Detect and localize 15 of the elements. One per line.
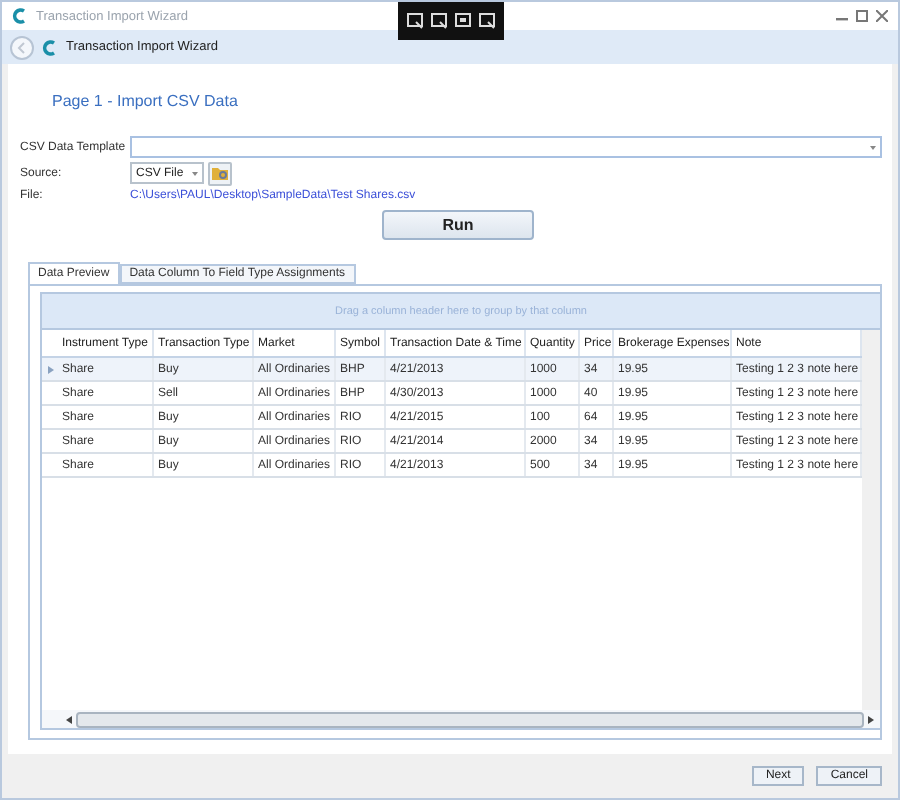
dropdown-arrow-icon	[870, 145, 876, 149]
folder-search-icon	[211, 166, 228, 180]
capture-icon[interactable]	[454, 12, 473, 30]
scroll-left-icon[interactable]	[66, 715, 72, 723]
page-title: Page 1 - Import CSV Data	[52, 92, 240, 110]
close-icon[interactable]	[876, 10, 888, 22]
dropdown-arrow-icon	[191, 171, 198, 175]
crop-icon[interactable]	[478, 12, 497, 30]
maximize-icon[interactable]	[856, 10, 868, 22]
current-row-icon	[47, 365, 53, 373]
run-button[interactable]: Run	[382, 210, 534, 240]
screen-cursor-icon[interactable]	[429, 12, 448, 30]
browse-button[interactable]	[207, 161, 232, 185]
record-window-icon[interactable]	[405, 12, 424, 30]
scroll-right-icon[interactable]	[868, 715, 874, 723]
